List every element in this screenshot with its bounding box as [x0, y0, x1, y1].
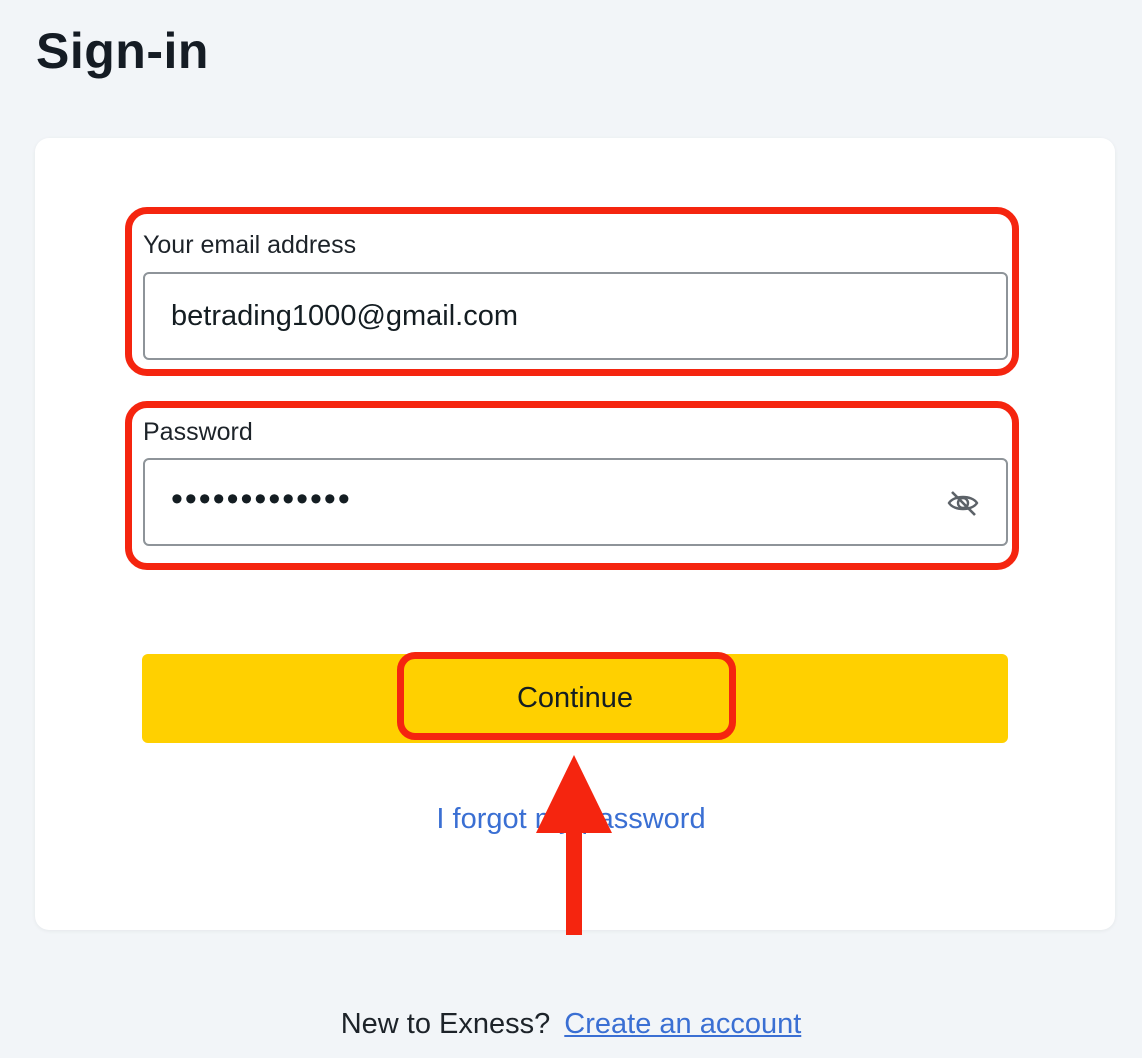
continue-highlight-box — [397, 652, 736, 740]
password-highlight-box — [125, 401, 1019, 570]
up-arrow-annotation — [536, 755, 612, 935]
footer-prompt: New to Exness? — [340, 1008, 551, 1040]
sign-in-page: Sign-in Your email address betrading1000… — [0, 0, 1142, 1058]
footer: New to Exness? Create an account — [0, 1008, 1142, 1041]
email-highlight-box — [125, 207, 1019, 376]
create-account-link[interactable]: Create an account — [564, 1008, 801, 1040]
page-title: Sign-in — [36, 23, 209, 79]
